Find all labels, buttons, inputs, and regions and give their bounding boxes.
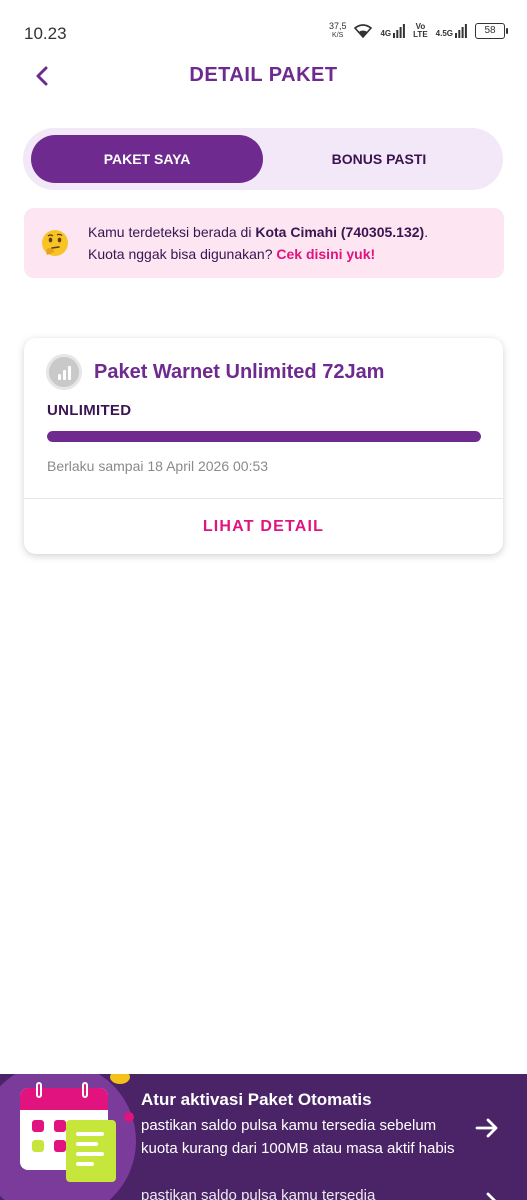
- validity-date: Berlaku sampai 18 April 2026 00:53: [47, 458, 269, 474]
- app-header: DETAIL PAKET: [0, 56, 527, 96]
- calendar-ring: [82, 1082, 88, 1098]
- package-header: Paket Warnet Unlimited 72Jam: [46, 354, 384, 390]
- quota-label: UNLIMITED: [47, 402, 132, 419]
- status-time: 10.23: [24, 24, 67, 43]
- status-bar: 10.23 37,5 K/S 4G Vo LTE 4.5G 58: [0, 0, 527, 64]
- signal-2: 4.5G: [436, 24, 467, 38]
- location-notice: Kamu terdeteksi berada di Kota Cimahi (7…: [24, 208, 504, 278]
- banner-decoration: [124, 1112, 134, 1122]
- tab-bar: PAKET SAYA BONUS PASTI: [23, 128, 503, 190]
- auto-package-banner[interactable]: Atur aktivasi Paket Otomatis pastikan sa…: [0, 1074, 527, 1200]
- notice-text-part: Kamu terdeteksi berada di: [88, 224, 256, 240]
- quota-progress-bar: [47, 431, 481, 442]
- signal-bars-icon: [46, 354, 82, 390]
- signal-1: 4G: [380, 24, 406, 38]
- signal-bars-icon: [455, 24, 467, 38]
- quota-progress-fill: [47, 431, 481, 442]
- network-speed-unit: K/S: [332, 32, 344, 39]
- signal-bars-icon: [393, 24, 406, 38]
- thinking-face-icon: [42, 230, 68, 256]
- notice-text-part: .: [424, 224, 429, 240]
- notice-text: Kamu terdeteksi berada di Kota Cimahi (7…: [88, 221, 428, 265]
- package-card: Paket Warnet Unlimited 72Jam UNLIMITED B…: [24, 338, 503, 554]
- signal-1-label: 4G: [380, 29, 392, 38]
- tab-paket-saya[interactable]: PAKET SAYA: [31, 135, 263, 183]
- notice-location: Kota Cimahi (740305.132): [255, 224, 425, 240]
- arrow-right-icon: [486, 1192, 496, 1200]
- wifi-icon: [354, 24, 373, 38]
- network-speed-value: 37,5: [328, 21, 347, 31]
- banner-next-item-text: pastikan saldo pulsa kamu tersedia: [141, 1187, 376, 1200]
- signal-2-label: 4.5G: [435, 29, 453, 38]
- receipt-icon: [66, 1120, 116, 1182]
- check-here-link[interactable]: Cek disini yuk!: [276, 246, 375, 262]
- banner-description: pastikan saldo pulsa kamu tersedia sebel…: [141, 1117, 455, 1157]
- tab-bonus-pasti[interactable]: BONUS PASTI: [263, 135, 495, 183]
- status-icons: 37,5 K/S 4G Vo LTE 4.5G 58: [329, 22, 508, 40]
- network-speed: 37,5 K/S: [329, 22, 347, 40]
- view-detail-button[interactable]: LIHAT DETAIL: [24, 499, 503, 554]
- battery-icon: 58: [475, 23, 508, 39]
- calendar-ring: [36, 1082, 42, 1098]
- notice-text-part: Kuota nggak bisa digunakan?: [88, 246, 277, 262]
- page-title: DETAIL PAKET: [189, 64, 338, 86]
- volte-label: Vo LTE: [413, 22, 428, 39]
- package-name: Paket Warnet Unlimited 72Jam: [94, 360, 385, 383]
- banner-decoration: [110, 1074, 130, 1084]
- arrow-right-icon[interactable]: [473, 1114, 501, 1142]
- banner-title: Atur aktivasi Paket Otomatis: [141, 1090, 372, 1109]
